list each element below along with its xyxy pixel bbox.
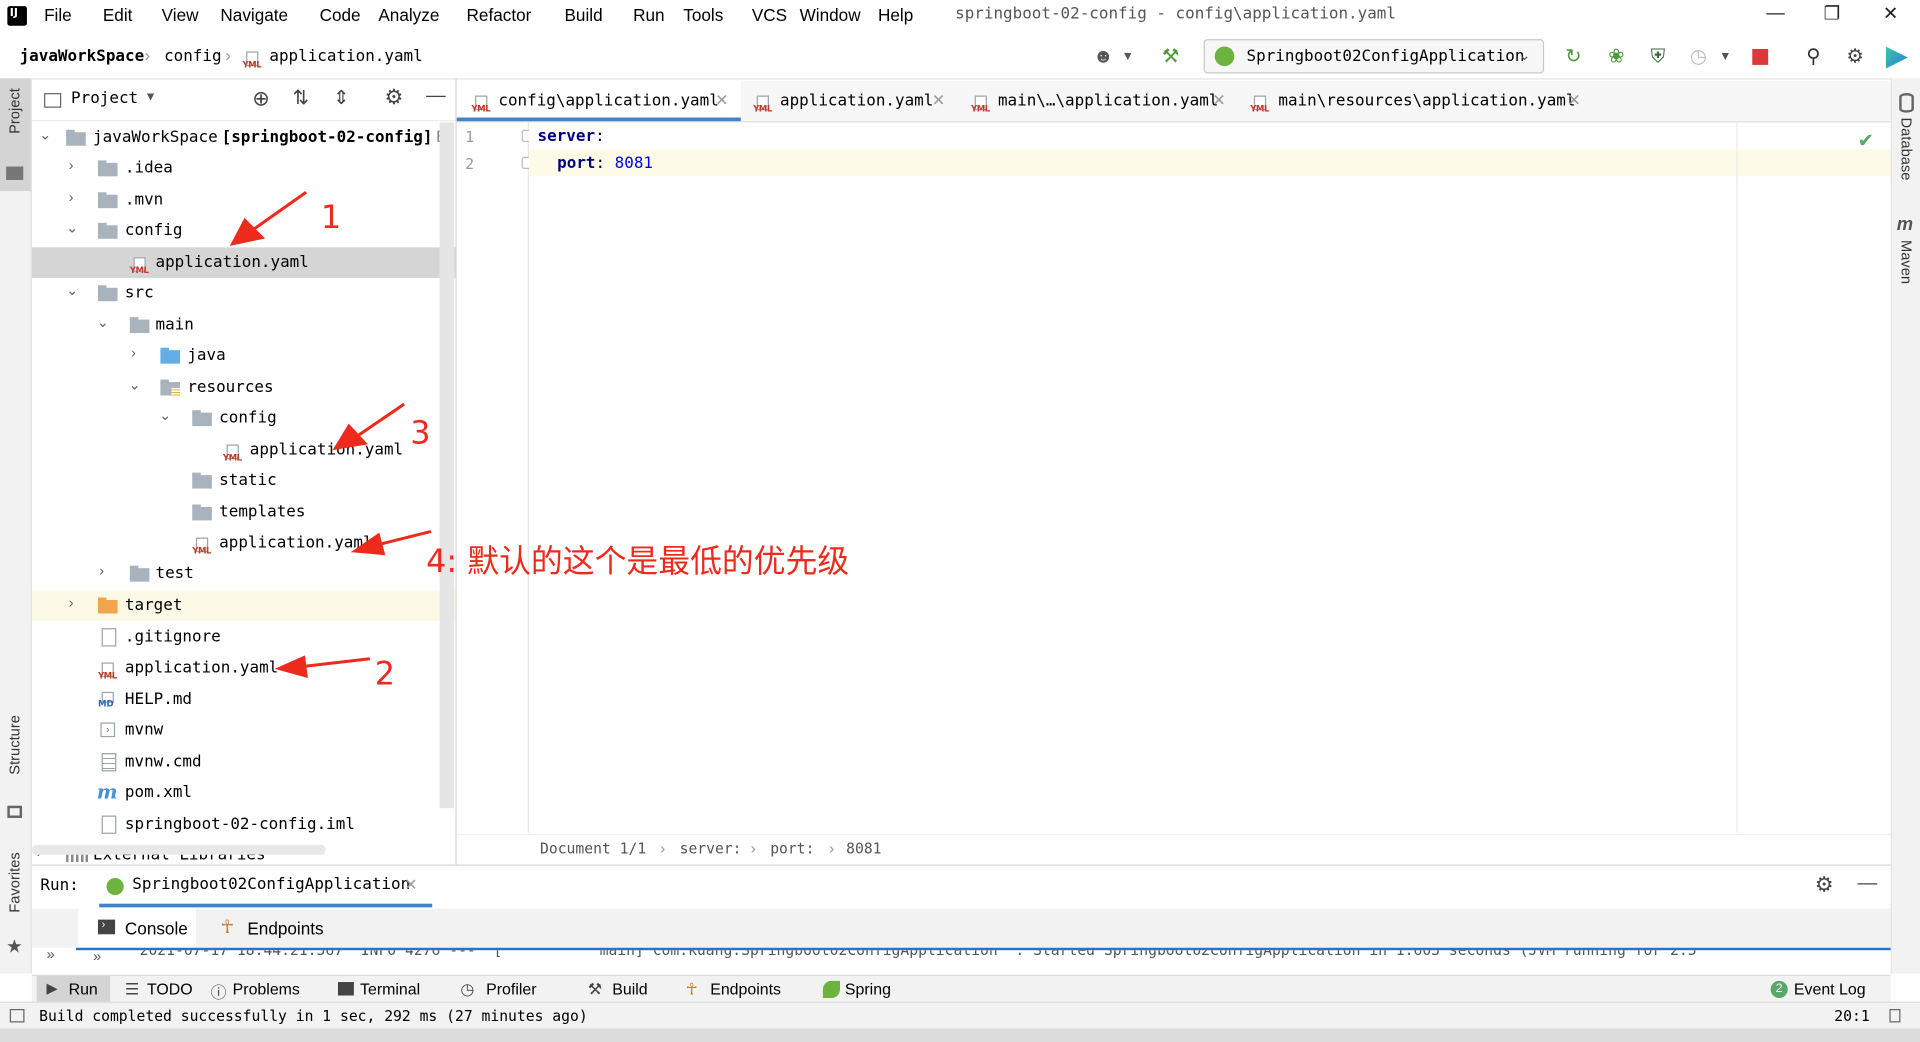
annotation-label-1: 1 xyxy=(320,199,342,237)
annotation-arrowhead-1 xyxy=(229,217,266,246)
annotation-arrowhead-2 xyxy=(274,655,308,679)
annotation-arrowhead-4 xyxy=(350,532,386,556)
annotation-label-4: 4: 默认的这个是最低的优先级 xyxy=(426,543,850,581)
annotation-arrow-4 xyxy=(381,529,432,546)
annotation-arrow-3 xyxy=(356,402,405,438)
annotation-arrow-2 xyxy=(305,657,370,668)
annotation-arrow-1 xyxy=(251,190,308,232)
annotation-arrowhead-3 xyxy=(332,423,368,451)
annotation-label-3: 3 xyxy=(410,415,431,452)
annotation-label-2: 2 xyxy=(374,656,395,694)
annotation-overlay xyxy=(229,190,432,679)
